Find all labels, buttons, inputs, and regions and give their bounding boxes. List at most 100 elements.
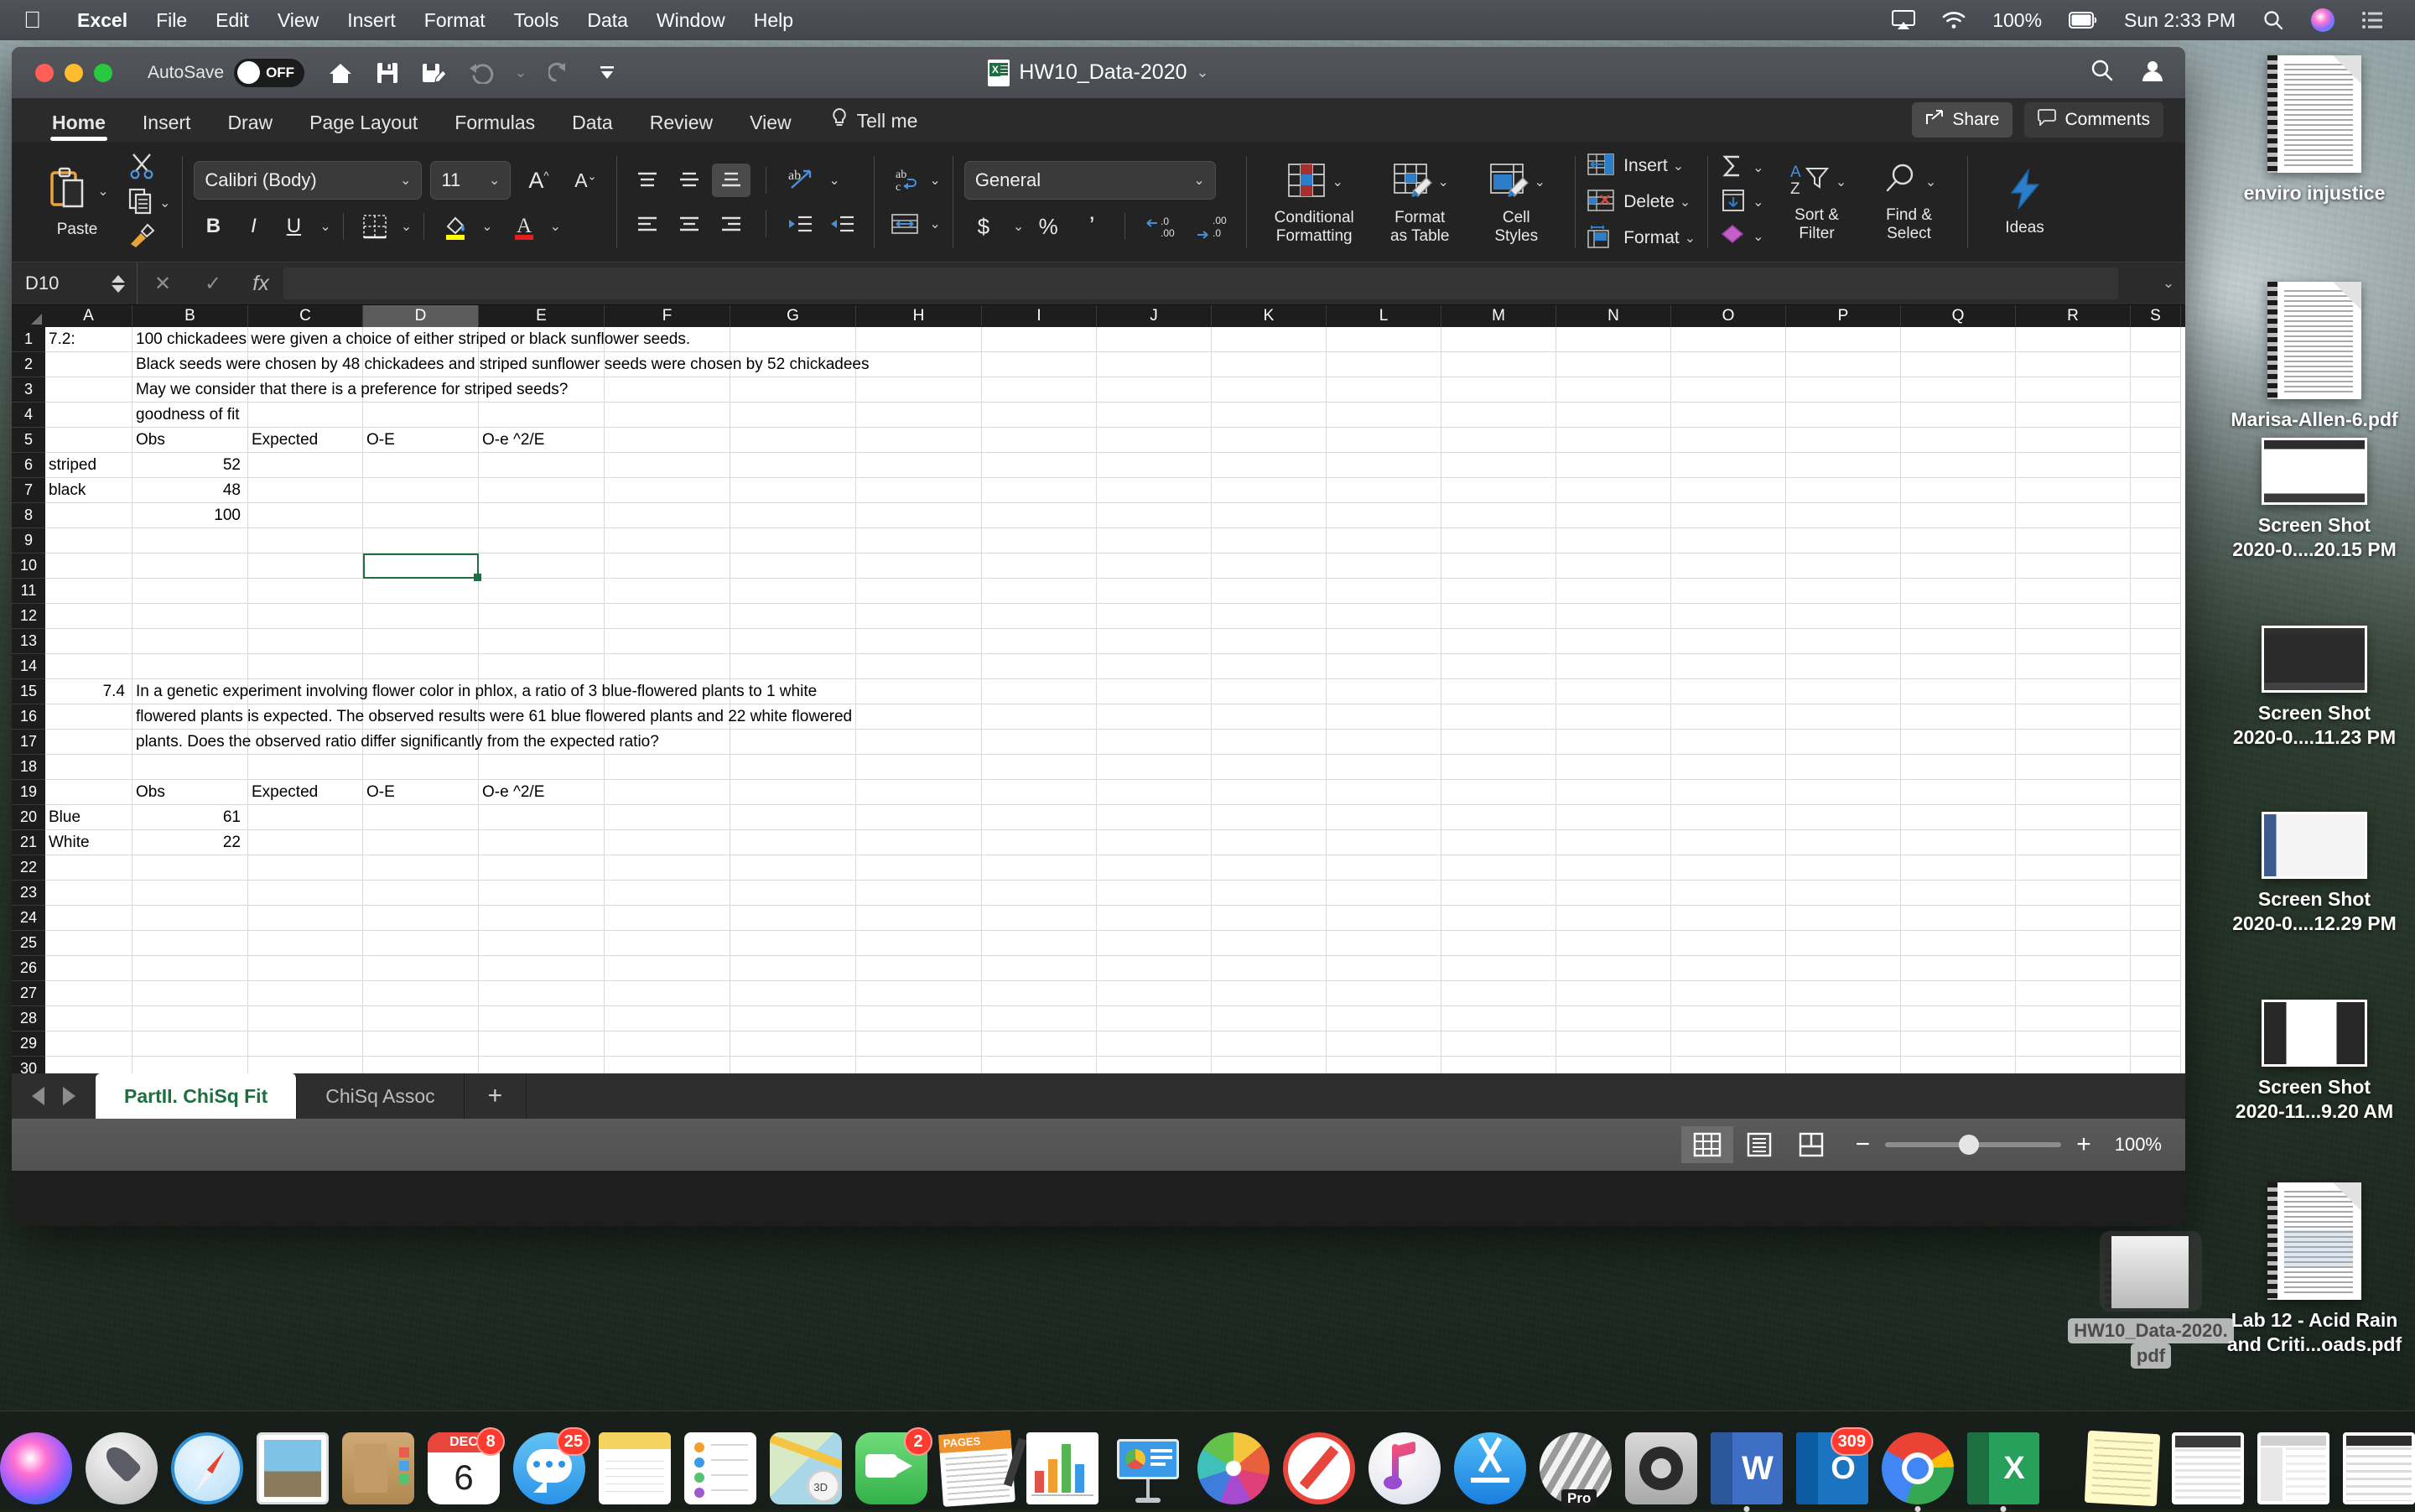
cell-C27[interactable] bbox=[248, 981, 363, 1006]
tab-view[interactable]: View bbox=[731, 112, 809, 143]
cell-S14[interactable] bbox=[2131, 654, 2181, 679]
cell-R22[interactable] bbox=[2016, 855, 2131, 881]
cell-R14[interactable] bbox=[2016, 654, 2131, 679]
cell-F9[interactable] bbox=[605, 528, 730, 553]
cell-M14[interactable] bbox=[1441, 654, 1556, 679]
cell-R15[interactable] bbox=[2016, 679, 2131, 704]
dock-item-calendar[interactable]: DEC 6 8 bbox=[428, 1432, 500, 1504]
cell-M15[interactable] bbox=[1441, 679, 1556, 704]
cell-L5[interactable] bbox=[1327, 428, 1441, 453]
column-header-i[interactable]: I bbox=[982, 305, 1097, 327]
cell-J4[interactable] bbox=[1097, 403, 1212, 428]
cell-I7[interactable] bbox=[982, 478, 1097, 503]
cell-E20[interactable] bbox=[479, 805, 605, 830]
cell-J18[interactable] bbox=[1097, 755, 1212, 780]
cell-Q25[interactable] bbox=[1901, 931, 2016, 956]
merge-chevron-icon[interactable]: ⌄ bbox=[929, 216, 940, 232]
cell-I19[interactable] bbox=[982, 780, 1097, 805]
cell-E21[interactable] bbox=[479, 830, 605, 855]
dock-item-reminders[interactable] bbox=[684, 1432, 756, 1504]
cell-A29[interactable] bbox=[45, 1031, 132, 1057]
format-chevron-icon[interactable]: ⌄ bbox=[1685, 230, 1696, 247]
cell-L26[interactable] bbox=[1327, 956, 1441, 981]
cell-H22[interactable] bbox=[856, 855, 982, 881]
dock-item-window-2[interactable] bbox=[2257, 1432, 2329, 1504]
cell-F18[interactable] bbox=[605, 755, 730, 780]
cell-O24[interactable] bbox=[1671, 906, 1786, 931]
comments-button[interactable]: Comments bbox=[2024, 102, 2163, 138]
cell-L23[interactable] bbox=[1327, 881, 1441, 906]
desktop-icon-screenshot-1123pm[interactable]: Screen Shot 2020-0....11.23 PM bbox=[2205, 626, 2415, 751]
cell-D12[interactable] bbox=[363, 604, 479, 629]
cell-S1[interactable] bbox=[2131, 327, 2181, 352]
cell-C24[interactable] bbox=[248, 906, 363, 931]
cell-S18[interactable] bbox=[2131, 755, 2181, 780]
cell-C30[interactable] bbox=[248, 1057, 363, 1073]
format-as-table-button[interactable]: ⌄ Formatas Table bbox=[1370, 159, 1469, 246]
cell-P24[interactable] bbox=[1786, 906, 1901, 931]
cell-M13[interactable] bbox=[1441, 629, 1556, 654]
column-header-n[interactable]: N bbox=[1556, 305, 1671, 327]
cell-K8[interactable] bbox=[1212, 503, 1327, 528]
cell-B1[interactable]: 100 chickadees were given a choice of ei… bbox=[132, 327, 248, 352]
page-layout-view-icon[interactable] bbox=[1733, 1126, 1785, 1163]
chevron-down-icon[interactable]: ⌄ bbox=[1197, 64, 1209, 81]
cell-N4[interactable] bbox=[1556, 403, 1671, 428]
cell-C13[interactable] bbox=[248, 629, 363, 654]
cell-R24[interactable] bbox=[2016, 906, 2131, 931]
cell-O19[interactable] bbox=[1671, 780, 1786, 805]
cell-D19[interactable]: O-E bbox=[363, 780, 479, 805]
cell-styles-button[interactable]: ⌄ CellStyles bbox=[1469, 159, 1563, 246]
cell-P30[interactable] bbox=[1786, 1057, 1901, 1073]
cell-L25[interactable] bbox=[1327, 931, 1441, 956]
cell-N27[interactable] bbox=[1556, 981, 1671, 1006]
cell-C29[interactable] bbox=[248, 1031, 363, 1057]
number-format-select[interactable]: General ⌄ bbox=[964, 161, 1216, 200]
dock-item-mail[interactable] bbox=[257, 1432, 329, 1504]
borders-icon[interactable] bbox=[356, 210, 394, 243]
desktop-icon-screenshot-2015pm[interactable]: Screen Shot 2020-0....20.15 PM bbox=[2205, 438, 2415, 563]
cell-S22[interactable] bbox=[2131, 855, 2181, 881]
column-header-e[interactable]: E bbox=[479, 305, 605, 327]
cell-B10[interactable] bbox=[132, 553, 248, 579]
cell-A25[interactable] bbox=[45, 931, 132, 956]
cell-R4[interactable] bbox=[2016, 403, 2131, 428]
dock-item-maps[interactable]: 3D bbox=[770, 1432, 842, 1504]
cell-J25[interactable] bbox=[1097, 931, 1212, 956]
cell-E12[interactable] bbox=[479, 604, 605, 629]
cell-D30[interactable] bbox=[363, 1057, 479, 1073]
siri-icon[interactable] bbox=[2298, 8, 2348, 32]
cell-F4[interactable] bbox=[605, 403, 730, 428]
cell-K17[interactable] bbox=[1212, 730, 1327, 755]
cell-D14[interactable] bbox=[363, 654, 479, 679]
conditional-formatting-chevron-icon[interactable]: ⌄ bbox=[1332, 174, 1343, 190]
cell-I8[interactable] bbox=[982, 503, 1097, 528]
cell-R30[interactable] bbox=[2016, 1057, 2131, 1073]
cell-M6[interactable] bbox=[1441, 453, 1556, 478]
cell-H2[interactable] bbox=[856, 352, 982, 377]
cell-K5[interactable] bbox=[1212, 428, 1327, 453]
cell-P8[interactable] bbox=[1786, 503, 1901, 528]
cell-H24[interactable] bbox=[856, 906, 982, 931]
cell-A16[interactable] bbox=[45, 704, 132, 730]
cell-S25[interactable] bbox=[2131, 931, 2181, 956]
close-button[interactable] bbox=[35, 64, 54, 82]
cell-F12[interactable] bbox=[605, 604, 730, 629]
cell-P16[interactable] bbox=[1786, 704, 1901, 730]
menubar-clock[interactable]: Sun 2:33 PM bbox=[2111, 9, 2249, 32]
column-header-q[interactable]: Q bbox=[1901, 305, 2016, 327]
cell-O17[interactable] bbox=[1671, 730, 1786, 755]
cell-J15[interactable] bbox=[1097, 679, 1212, 704]
cell-F22[interactable] bbox=[605, 855, 730, 881]
font-family-select[interactable]: Calibri (Body) ⌄ bbox=[194, 161, 422, 200]
cell-I3[interactable] bbox=[982, 377, 1097, 403]
row-header-16[interactable]: 16 bbox=[12, 704, 45, 730]
cell-C10[interactable] bbox=[248, 553, 363, 579]
cell-B15[interactable]: In a genetic experiment involving flower… bbox=[132, 679, 248, 704]
cell-J23[interactable] bbox=[1097, 881, 1212, 906]
dock-item-microsoft-outlook[interactable]: O 309 bbox=[1796, 1432, 1868, 1504]
borders-chevron-icon[interactable]: ⌄ bbox=[401, 218, 412, 235]
fill-color-chevron-icon[interactable]: ⌄ bbox=[481, 218, 492, 235]
cell-O7[interactable] bbox=[1671, 478, 1786, 503]
cell-B22[interactable] bbox=[132, 855, 248, 881]
